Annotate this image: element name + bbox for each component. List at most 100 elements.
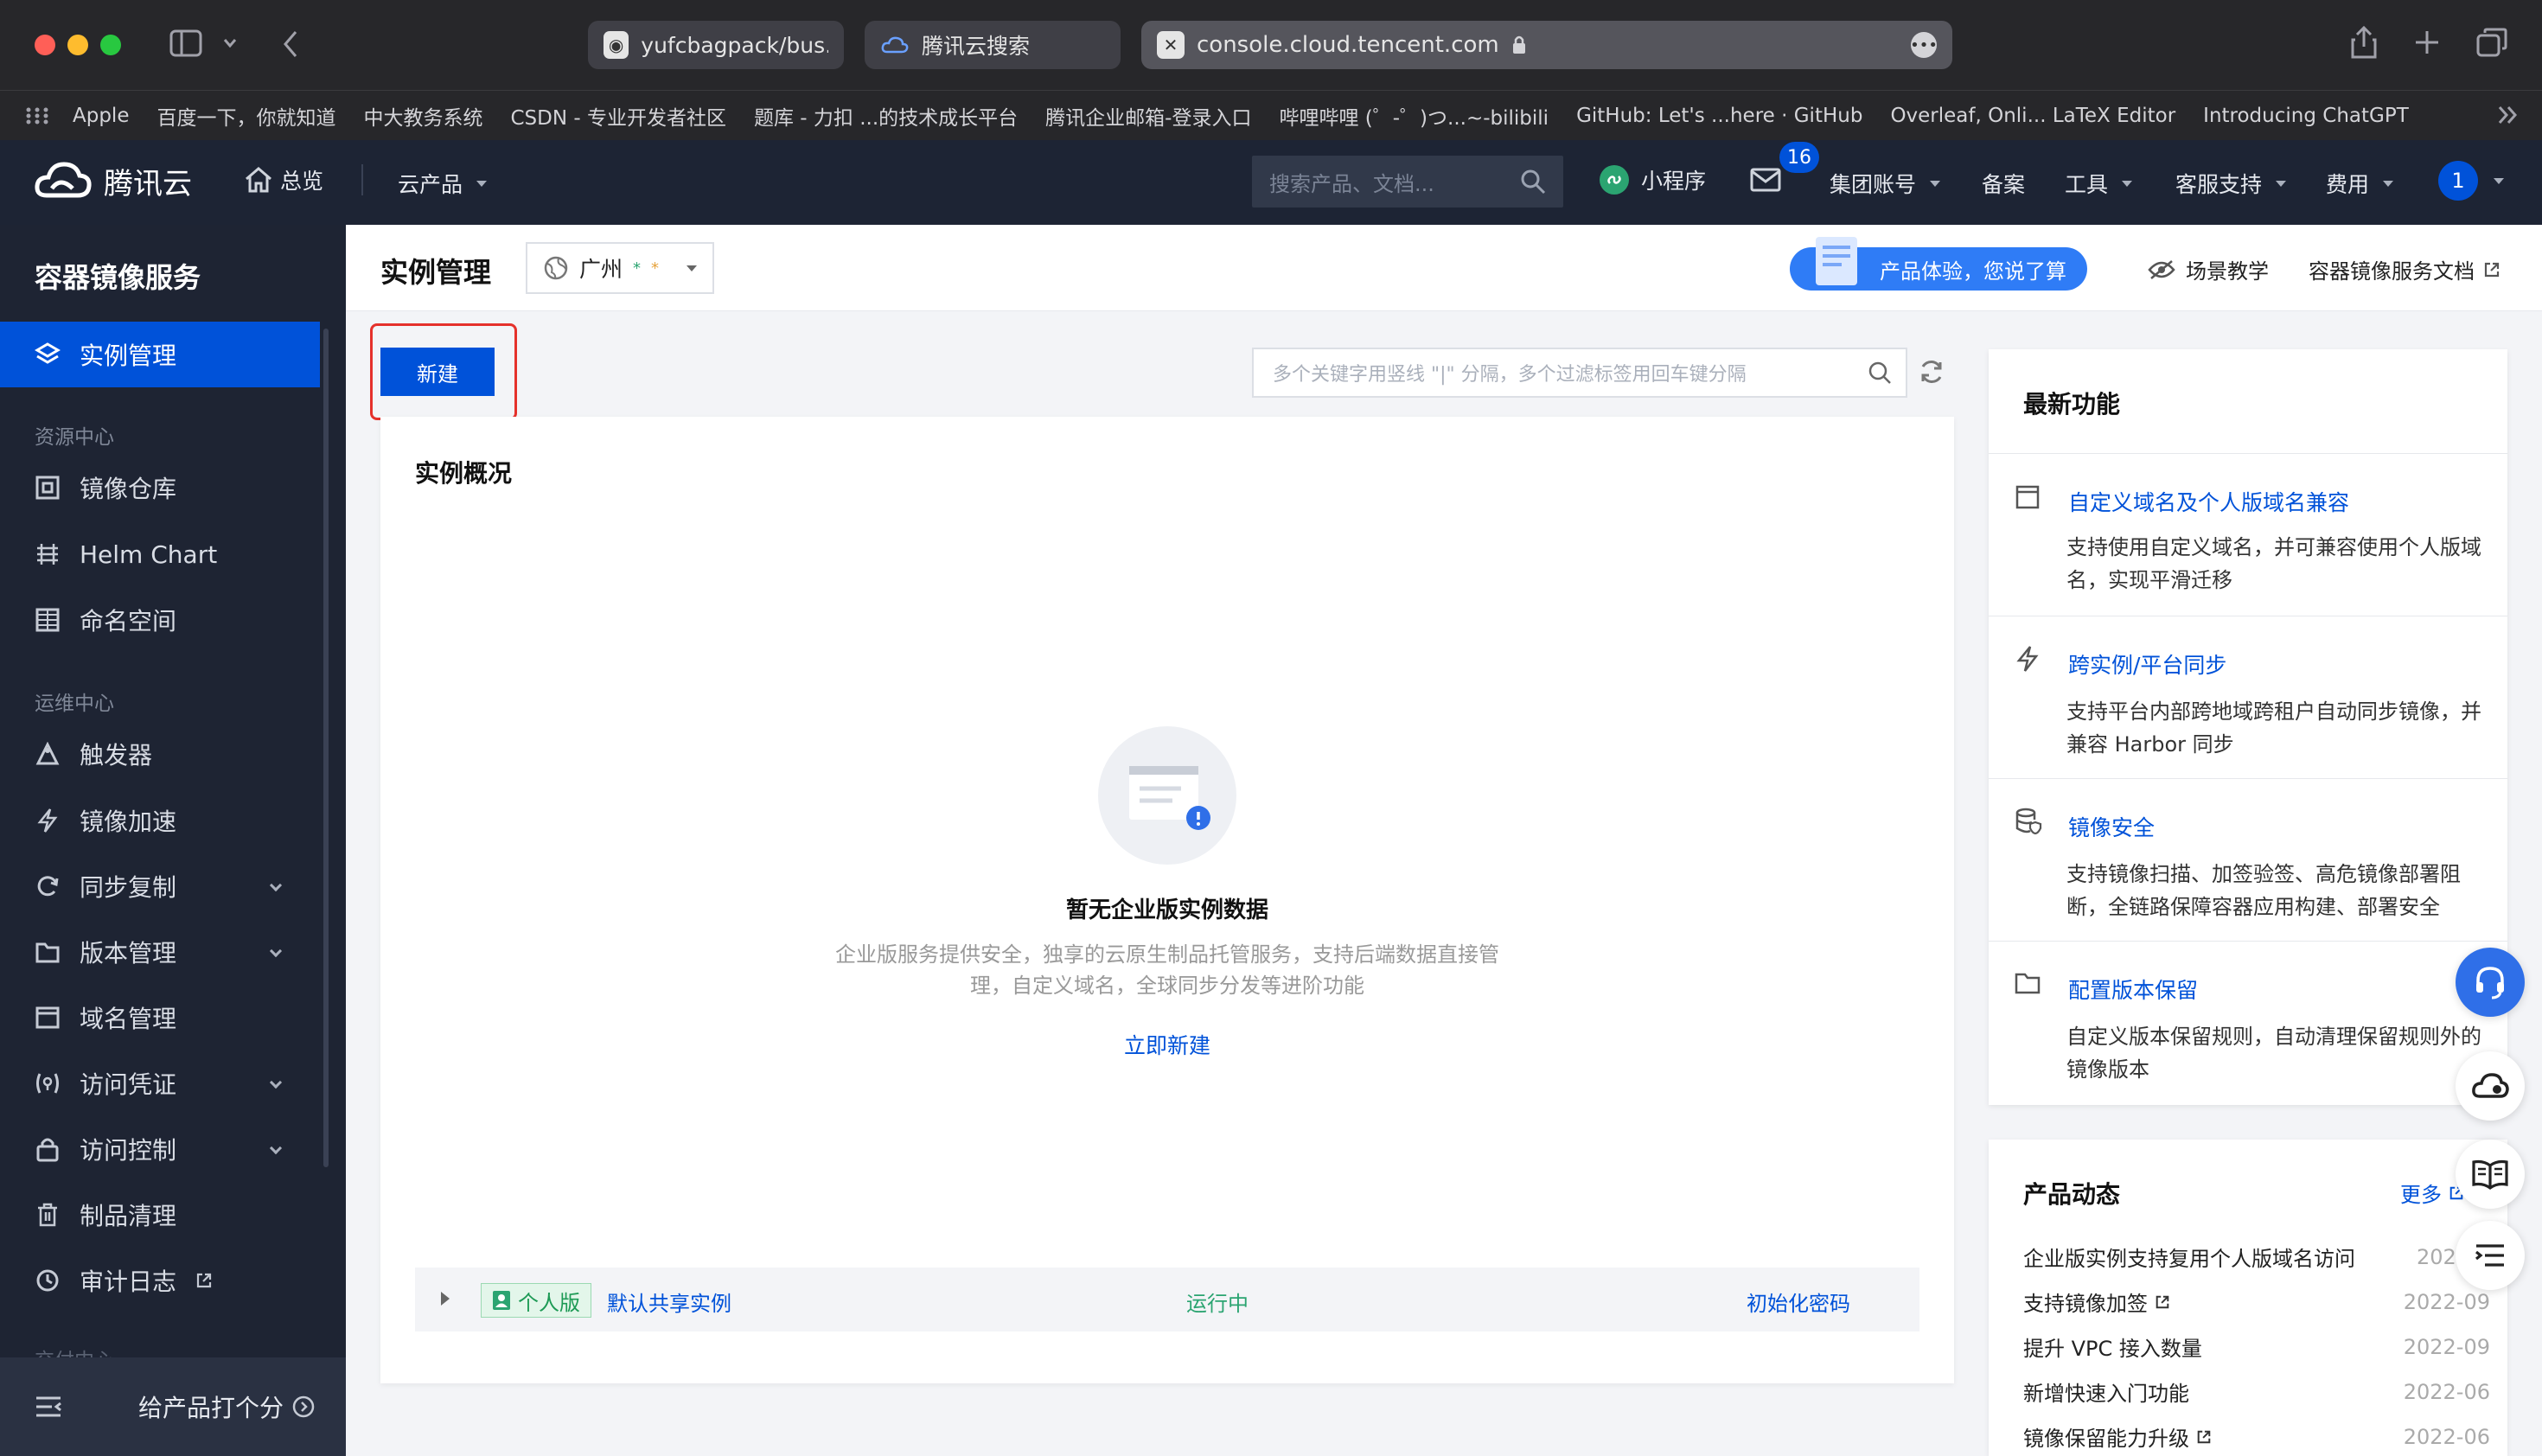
chevron-down-icon (2276, 180, 2287, 187)
refresh-icon[interactable] (1918, 358, 1945, 386)
feature-link[interactable]: 自定义域名及个人版域名兼容 (2068, 486, 2349, 517)
create-now-link[interactable]: 立即新建 (1081, 1029, 1254, 1060)
sidebar-item-credentials[interactable]: 访问凭证 (0, 1050, 320, 1116)
global-search-input[interactable]: 搜索产品、文档... (1252, 156, 1563, 208)
bookmark-item[interactable]: 中大教务系统 (363, 101, 482, 131)
bookmark-item[interactable]: CSDN - 专业开发者社区 (510, 101, 726, 131)
bookmark-item[interactable]: Apple (73, 105, 129, 127)
nav-miniprogram-label: 小程序 (1641, 169, 1707, 194)
domain-icon (35, 1005, 61, 1031)
list-item[interactable]: 企业版实例支持复用个人版域名访问 2022-1 (2023, 1242, 2490, 1272)
region-select[interactable]: 广州 * * (526, 242, 714, 294)
lightning-icon (35, 808, 61, 833)
list-item[interactable]: 提升 VPC 接入数量 2022-09 (2023, 1331, 2490, 1362)
search-icon[interactable] (1868, 361, 1892, 385)
bookmark-item[interactable]: Introducing ChatGPT (2203, 105, 2409, 127)
user-menu[interactable]: 1 (2438, 161, 2504, 201)
sidebar-item-helm-chart[interactable]: Helm Chart (0, 521, 320, 587)
documentation-button[interactable] (2456, 1140, 2525, 1209)
reset-password-link[interactable]: 初始化密码 (1747, 1287, 1850, 1317)
sidebar-toggle-icon[interactable] (169, 29, 202, 57)
address-bar[interactable]: ✕ console.cloud.tencent.com ••• (1141, 21, 1952, 69)
features-title: 最新功能 (2023, 390, 2121, 418)
external-link-icon (2155, 1294, 2170, 1310)
book-icon (2472, 1159, 2508, 1190)
sidebar-item-triggers[interactable]: 触发器 (0, 721, 320, 787)
chevron-down-icon (2122, 180, 2133, 187)
bookmark-item[interactable]: 哔哩哔哩 (゜-゜)つ...~-bilibili (1279, 101, 1549, 131)
share-icon[interactable] (2350, 26, 2378, 59)
instance-search-input[interactable]: 多个关键字用竖线 "|" 分隔，多个过滤标签用回车键分隔 (1252, 348, 1907, 398)
collapse-sidebar-icon[interactable] (35, 1395, 62, 1418)
feature-link[interactable]: 跨实例/平台同步 (2068, 648, 2226, 680)
nav-billing[interactable]: 费用 (2326, 168, 2394, 199)
external-link-icon (2483, 261, 2500, 278)
sidebar-item-sync[interactable]: 同步复制 (0, 853, 320, 919)
eye-icon (2148, 259, 2175, 280)
bookmark-item[interactable]: Overleaf, Onli... LaTeX Editor (1890, 105, 2175, 127)
list-item[interactable]: 新增快速入门功能 2022-06 (2023, 1376, 2490, 1407)
divider (1989, 778, 2507, 779)
table-row[interactable]: 个人版 默认共享实例 运行中 初始化密码 (415, 1268, 1919, 1331)
browser-tab[interactable]: ◉ yufcbagpack/bus... (588, 21, 844, 69)
sidebar-item-acceleration[interactable]: 镜像加速 (0, 788, 320, 853)
feature-description: 支持镜像扫描、加签验签、高危镜像部署阻 (2066, 862, 2461, 886)
sidebar-footer: 给产品打个分 (0, 1357, 346, 1456)
nav-products[interactable]: 云产品 (398, 168, 488, 199)
feature-link[interactable]: 镜像安全 (2068, 811, 2155, 842)
zoom-window-button[interactable] (100, 35, 121, 55)
news-more-link[interactable]: 更多 (2400, 1178, 2464, 1208)
nav-overview[interactable]: 总览 (244, 164, 323, 195)
nav-tools[interactable]: 工具 (2065, 168, 2133, 199)
lightning-icon (2015, 645, 2041, 673)
new-tab-icon[interactable] (2414, 29, 2440, 55)
sidebar-item-audit-log[interactable]: 审计日志 (0, 1248, 320, 1313)
more-icon[interactable]: ••• (1910, 32, 1938, 58)
tutorial-link[interactable]: 场景教学 (2148, 254, 2269, 284)
sidebar-item-artifact-cleanup[interactable]: 制品清理 (0, 1182, 320, 1248)
sidebar-item-access-control[interactable]: 访问控制 (0, 1116, 320, 1182)
list-item[interactable]: 镜像保留能力升级 2022-06 (2023, 1421, 2490, 1452)
instance-name-link[interactable]: 默认共享实例 (607, 1287, 731, 1317)
nav-beian[interactable]: 备案 (1982, 168, 2025, 199)
cloud-assistant-button[interactable] (2456, 1051, 2525, 1121)
sidebar-item-versions[interactable]: 版本管理 (0, 919, 320, 985)
docs-link[interactable]: 容器镜像服务文档 (2309, 254, 2500, 284)
feature-description: 自定义版本保留规则，自动清理保留规则外的 (2066, 1025, 2481, 1049)
sidebar-item-label: 访问控制 (80, 1136, 177, 1165)
bookmark-item[interactable]: 百度一下，你就知道 (156, 101, 335, 131)
list-item[interactable]: 支持镜像加签 2022-09 (2023, 1287, 2490, 1317)
rate-product-button[interactable]: 给产品打个分 (138, 1389, 315, 1424)
nav-support[interactable]: 客服支持 (2175, 168, 2287, 199)
bookmark-item[interactable]: 题库 - 力扣 ...的技术成长平台 (754, 101, 1018, 131)
sidebar-item-instances[interactable]: 实例管理 (0, 322, 320, 387)
news-item-date: 2022-09 (2403, 1334, 2490, 1359)
outline-button[interactable] (2456, 1221, 2525, 1290)
bookmark-item[interactable]: 腾讯企业邮箱-登录入口 (1045, 101, 1251, 131)
minimize-window-button[interactable] (67, 35, 88, 55)
tab-overview-icon[interactable] (2476, 28, 2507, 57)
browser-tab[interactable]: 腾讯云搜索 (865, 21, 1121, 69)
sidebar-item-repositories[interactable]: 镜像仓库 (0, 455, 320, 520)
bookmark-item[interactable]: GitHub: Let's ...here · GitHub (1576, 105, 1862, 127)
customer-service-button[interactable] (2456, 948, 2525, 1017)
sidebar-title: 容器镜像服务 (35, 261, 201, 294)
apps-grid-icon[interactable] (26, 106, 48, 125)
bookmarks-overflow-icon[interactable] (2497, 104, 2520, 126)
chevron-down-icon[interactable] (223, 38, 237, 48)
sidebar-item-domains[interactable]: 域名管理 (0, 985, 320, 1050)
brand-logo[interactable]: 腾讯云 (35, 159, 192, 202)
feature-description: 断，全链路保障容器应用构建、部署安全 (2066, 895, 2440, 919)
sidebar-item-namespaces[interactable]: 命名空间 (0, 587, 320, 653)
sidebar-item-label: 版本管理 (80, 939, 177, 967)
back-icon[interactable] (282, 29, 299, 59)
history-icon (35, 1268, 61, 1293)
feature-link[interactable]: 配置版本保留 (2068, 974, 2198, 1005)
sidebar-scrollbar[interactable] (323, 329, 329, 1167)
nav-group-account[interactable]: 集团账号 (1830, 168, 1941, 199)
mail-icon[interactable] (1750, 168, 1781, 192)
nav-miniprogram[interactable]: 小程序 (1600, 164, 1706, 195)
expand-arrow-icon[interactable] (441, 1292, 450, 1306)
close-window-button[interactable] (35, 35, 55, 55)
new-instance-button[interactable]: 新建 (380, 348, 495, 396)
